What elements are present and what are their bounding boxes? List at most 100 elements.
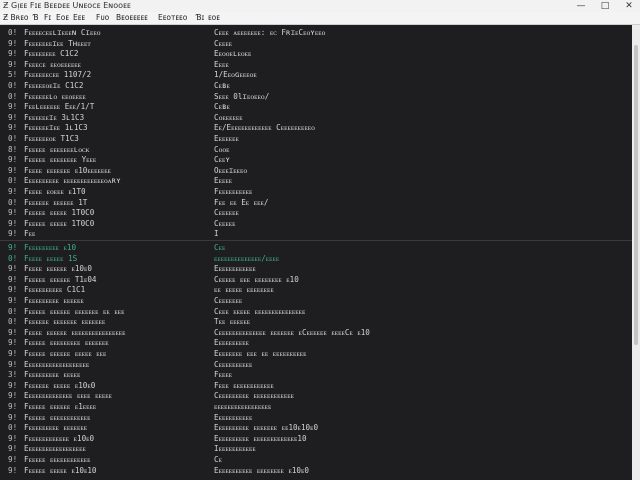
vertical-scrollbar[interactable]: [632, 25, 640, 480]
output-row: 9! Fᴇᴇᴇᴇᴇᴇᴇᴇᴇᴇ C1C1 ᴇᴇ ᴇᴇᴇᴇᴇ ᴇᴇᴇᴇᴇᴇᴇᴇ: [0, 284, 632, 295]
row-number: 9!: [8, 274, 18, 284]
row-value: Cᴇᴇ: [214, 243, 226, 252]
row-value: Iᴇᴇᴇᴇᴇᴇᴇᴇᴇᴇᴇ: [214, 444, 256, 454]
row-key: Fᴇᴇᴇᴇᴇ ᴇᴇᴇᴇᴇᴇᴇᴇ Yᴇᴇᴇ: [24, 155, 97, 165]
row-key: Eᴇᴇᴇᴇᴇᴇᴇᴇᴇᴇᴇᴇᴇᴇᴇᴇᴇ: [24, 444, 86, 454]
row-value: Eᴇᴇᴇᴇᴇᴇᴇᴇᴇᴇ: [214, 412, 253, 422]
menu-item-9[interactable]: ᴇᴏᴇ: [208, 12, 220, 24]
row-value: Cᴏᴏᴇ: [214, 144, 230, 154]
row-value: Eᴇᴇᴇᴇᴇᴇᴇᴇᴇ ᴇᴇᴇᴇᴇᴇᴇᴇᴇᴇᴇᴇᴇ10: [214, 433, 307, 443]
row-key: Fᴇᴇᴇᴇᴇᴇ ᴇᴇᴇᴇᴇ ᴇ10ᴇ0: [24, 380, 96, 390]
row-number: 0!: [8, 81, 18, 90]
row-value: Eᴇᴇᴇᴇᴇᴇᴇ ᴇᴇᴇ ᴇᴇ ᴇᴇᴇᴇᴇᴇᴇᴇᴇᴇ: [214, 349, 307, 358]
output-row: 9! Fᴇᴇᴇᴇᴇ ᴇᴇᴇᴇᴇᴇ ᴇᴇᴇᴇᴇ ᴇᴇᴇ Eᴇᴇᴇᴇᴇᴇᴇ ᴇᴇᴇ ᴇᴇ…: [0, 348, 632, 359]
output-row: 9! Fᴇᴇᴇᴇᴇ ᴇᴇᴇᴇᴇᴇᴇᴇᴇᴇᴇᴇ Eᴇᴇᴇᴇᴇᴇᴇᴇᴇᴇ: [0, 412, 632, 423]
row-key: Fᴇᴇᴇᴇᴇᴇᴇᴇᴇ ᴇ10: [24, 243, 77, 252]
row-key: Fᴇᴇᴇᴇᴇ ᴇᴇᴇᴇᴇᴇ ᴇᴇᴇᴇᴇ ᴇᴇᴇ: [24, 349, 107, 358]
menu-item-0[interactable]: Ƶ Bʀᴇᴏ: [3, 12, 28, 24]
row-number: 8!: [8, 144, 18, 154]
output-row: 9! Fᴇᴇᴇᴇᴇᴇᴇɪᴇᴇ Tʜᴇᴇᴇᴛ Cᴇᴇᴇᴇ: [0, 38, 632, 49]
output-row: 9! Fᴇᴇᴇᴇᴇᴇɪᴇᴇ 1ʟ1C3 Eᴇ/Eᴇᴇᴇᴇᴇᴇᴇᴇᴇᴇᴇᴇ Cᴇᴇᴇᴇ…: [0, 122, 632, 133]
row-key: Fᴇᴇᴇᴇᴇᴇᴇᴇᴇᴇᴇᴇ ᴇ10ᴇ0: [24, 433, 95, 443]
output-row: 0! Fᴇᴇᴇᴇᴇᴇᴏᴇ T1C3 Eᴇᴇᴇᴇᴇᴇ: [0, 133, 632, 144]
row-number: 9!: [8, 229, 18, 239]
row-number: 9!: [8, 123, 18, 133]
row-value: Eᴇᴏᴏᴇʟᴇᴏᴇᴇ: [214, 49, 252, 59]
menu-item-3[interactable]: Eᴏᴇ: [56, 12, 69, 24]
output-row: 9! Fᴇᴇᴇᴇᴇ ᴇᴇᴇᴇᴇ 1T0C0 Cᴇᴇᴇᴇᴇ: [0, 218, 632, 229]
row-number: 9!: [8, 112, 18, 122]
row-number: 0!: [8, 28, 18, 37]
row-number: 9!: [8, 187, 18, 196]
row-number: 9!: [8, 338, 18, 348]
row-value: Fᴇᴇᴇᴇ: [214, 370, 233, 380]
output-row: 9! Fᴇᴇᴇᴇᴇ ᴇᴇᴇᴇᴇ 1T0C0 Cᴇᴇᴇᴇᴇᴇ: [0, 207, 632, 218]
terminal-output[interactable]: 0! Fᴇᴇᴇᴇᴄᴇᴇʟɪᴇᴇᴇɴ Cɪᴇᴇᴏ Cᴇᴇᴇ ᴀᴇᴇᴇᴇᴇᴇᴇ: ᴇᴄ …: [0, 25, 632, 480]
row-value: Cᴇᴇᴇᴇᴇᴇᴇ: [214, 296, 243, 305]
output-row: 0! Fᴇᴇᴇᴇᴇᴏᴇɪᴇ C1C2 Cᴇʙᴇ: [0, 80, 632, 91]
row-key: Fᴇᴇᴇᴇᴇᴇᴇᴇᴇ ᴇᴇᴇᴇᴇᴇ: [24, 296, 84, 305]
row-value: Oᴇᴇᴇɪᴇᴇᴇᴏ: [214, 165, 248, 175]
output-row: 0! Fᴇᴇᴇᴇᴇ ᴇᴇᴇᴇᴇᴇ ᴇᴇᴇᴇᴇᴇᴇ ᴇᴇ ᴇᴇᴇ Cᴇᴇᴇ ᴇᴇᴇᴇᴇ…: [0, 306, 632, 317]
row-key: Fᴇᴇᴇᴇᴇᴇ ᴇᴇᴇᴇᴇᴇ 1T: [24, 197, 88, 207]
row-key: Eᴇᴇᴇᴇᴇᴇᴇᴇᴇ ᴇᴇᴇᴇᴇᴇᴇᴇᴇᴇᴇᴇᴏᴀʀʏ: [24, 176, 121, 186]
output-row: 9! Eᴇᴇᴇᴇᴇᴇᴇᴇᴇᴇᴇᴇᴇᴇᴇᴇᴇᴇ Cᴇᴇᴇᴇᴇᴇᴇᴇᴇᴇ: [0, 359, 632, 370]
output-row: 9! Fᴇᴇᴇᴇᴇᴇɪᴇ 3ʟ1C3 Cᴏᴇᴇᴇᴇᴇᴇ: [0, 112, 632, 123]
output-row: 0! Fᴇᴇᴇᴇᴇᴇ ᴇᴇᴇᴇᴇᴇᴇ ᴇᴇᴇᴇᴇᴇᴇ Tᴇᴇ ᴇᴇᴇᴇᴇᴇ: [0, 316, 632, 327]
row-value: 1/Eᴇᴏɢᴇᴇᴇᴏᴇ: [214, 70, 257, 80]
row-number: 9!: [8, 402, 18, 411]
output-row: 0! Fᴇᴇᴇᴇᴇᴇᴇᴇᴇ ᴇᴇᴇᴇᴇᴇᴇ Eᴇᴇᴇᴇᴇᴇᴇᴇᴇ ᴇᴇᴇᴇᴇᴇᴇ ᴇ…: [0, 422, 632, 433]
output-row: 9! Fᴇᴇᴇᴇ ᴇᴇᴇᴇᴇᴇᴇ ᴇ10ᴇᴇᴇᴇᴇᴇᴇ Oᴇᴇᴇɪᴇᴇᴇᴏ: [0, 165, 632, 176]
row-number: 9!: [8, 155, 18, 165]
row-value: Cᴇᴇʏ: [214, 155, 230, 165]
row-key: Fᴇᴇᴇᴇᴇᴇʟᴏ ᴇᴇᴏᴇᴇᴇᴇ: [24, 91, 86, 101]
row-value: Fᴇᴇᴇᴇᴇᴇᴇᴇᴇᴇ: [214, 187, 253, 196]
output-row: 9! Fᴇᴇᴇᴇᴇᴇᴇᴇᴇ ᴇᴇᴇᴇᴇᴇ Cᴇᴇᴇᴇᴇᴇᴇ: [0, 295, 632, 306]
row-value: Sᴇᴇᴇ 0lɪᴇᴏᴇᴇᴏ/: [214, 91, 270, 101]
minimize-button[interactable]: —: [574, 0, 588, 12]
row-key: Fᴇᴇᴇᴇᴇ ᴇᴇᴇᴇᴇ 1T0C0: [24, 208, 95, 218]
row-key: Fᴇᴇᴇᴇᴇᴇɪᴇ 3ʟ1C3: [24, 112, 85, 122]
row-value: I: [214, 229, 219, 239]
menu-item-2[interactable]: Fɪ: [44, 12, 51, 24]
row-value: Eᴇᴇᴇᴇᴇᴇᴇᴇᴇ ᴇᴇᴇᴇᴇᴇᴇ ᴇᴇ10ᴇ10ᴇ0: [214, 423, 319, 433]
row-number: 9!: [8, 38, 18, 48]
row-value: Cᴇᴇᴇᴇᴇ ᴇᴇᴇ ᴇᴇᴇᴇᴇᴇᴇᴇ ᴇ10: [214, 274, 299, 284]
output-row: 9! Fᴇᴇᴇᴇᴇᴇ ᴇᴇᴇᴇᴇ ᴇ10ᴇ0 Fᴇᴇᴇ ᴇᴇᴇᴇᴇᴇᴇᴇᴇᴇᴇᴇ: [0, 380, 632, 391]
menu-item-7[interactable]: Eᴇᴏᴛᴇᴇᴏ: [158, 12, 187, 24]
scrollbar-thumb[interactable]: [634, 45, 638, 345]
row-number: 9!: [8, 218, 18, 228]
menu-item-4[interactable]: Eᴇᴇ: [73, 12, 85, 24]
output-row: 9! Fᴇᴇᴇᴇᴇ ᴇᴇᴇᴇᴇᴇ ᴇ1ᴇᴇᴇᴇ ᴇᴇᴇᴇᴇᴇᴇᴇᴇᴇᴇᴇᴇᴇᴇᴇᴇ: [0, 401, 632, 412]
row-key: Fᴇᴇᴇᴇᴇ ᴇᴇᴇᴇᴇ 1T0C0: [24, 218, 95, 228]
row-key: Eᴇᴇᴇᴇᴇᴇᴇᴇᴇᴇᴇᴇᴇᴇᴇᴇᴇᴇ: [24, 359, 90, 369]
row-value: Cᴇᴇᴇᴇᴇᴇ: [214, 208, 239, 218]
menu-item-8[interactable]: Ɓɪ: [196, 12, 204, 24]
row-key: Fᴇᴇᴇᴇᴇ ᴇᴇᴇᴇᴇᴇ T1ᴇ04: [24, 274, 97, 284]
row-value: Eᴇᴇᴇ: [214, 59, 229, 69]
row-value: ᴇᴇᴇᴇᴇᴇᴇᴇᴇᴇᴇᴇᴇᴇᴇᴇᴇ: [214, 402, 272, 411]
row-number: 9!: [8, 349, 18, 358]
row-value: ᴇᴇ ᴇᴇᴇᴇᴇ ᴇᴇᴇᴇᴇᴇᴇᴇ: [214, 285, 274, 295]
row-number: 0!: [8, 253, 18, 263]
row-number: 9!: [8, 165, 18, 175]
maximize-button[interactable]: □: [598, 0, 612, 12]
row-key: Fᴇᴇᴇᴇᴇᴇᴄᴇᴇ 1107/2: [24, 70, 92, 80]
row-key: Fᴇᴇᴇᴇ ᴇᴇᴇᴇᴇᴇ ᴇᴇᴇᴇᴇᴇᴇᴇᴇᴇᴇᴇᴇᴇᴇᴇ: [24, 327, 126, 337]
menu-item-5[interactable]: Fᴜᴏ: [96, 12, 109, 24]
output-row: 0! Fᴇᴇᴇᴇᴇᴇ ᴇᴇᴇᴇᴇᴇ 1T Fᴇᴇ ᴇᴇ Eᴇ ᴇᴇᴇ/: [0, 197, 632, 208]
row-number: 5!: [8, 70, 18, 80]
row-number: 9!: [8, 296, 18, 305]
menu-item-1[interactable]: Ɓ: [33, 12, 39, 24]
row-key: Fᴇᴇᴇᴇᴇ ᴇᴇᴇᴇᴇᴇᴇᴇᴇ ᴇᴇᴇᴇᴇᴇᴇ: [24, 338, 109, 348]
menu-item-6[interactable]: Bᴇᴏᴇᴇᴇᴇᴇ: [116, 12, 148, 24]
row-key: Fᴇᴇᴇᴇᴇ ᴇᴇᴇᴇᴇᴇᴇʟᴏᴄᴋ: [24, 144, 90, 154]
close-button[interactable]: ✕: [622, 0, 636, 12]
output-row: 9! Fᴇᴇᴇᴇ ᴇᴇᴇᴇᴇᴇ ᴇ10ᴇ0 Eᴇᴇᴇᴇᴇᴇᴇᴇᴇᴇᴇ: [0, 263, 632, 274]
row-key: Fᴇᴇᴇᴇᴇ ᴇᴇᴇᴇᴇᴇ ᴇᴇᴇᴇᴇᴇᴇ ᴇᴇ ᴇᴇᴇ: [24, 306, 125, 316]
title-bar: Ƶ Gᴉᴇᴇ Fɪᴇ Bᴇᴇᴅᴇᴇ Uɴᴇᴏᴄᴇ Eɴᴏᴏᴇᴇ — □ ✕: [0, 0, 640, 12]
row-value: Cᴇᴇᴇᴇᴇᴇᴇᴇᴇᴇ: [214, 359, 253, 369]
row-key: Fᴇᴇᴇᴇᴇᴇᴇᴇᴇ ᴇᴇᴇᴇᴇᴇᴇ: [24, 423, 88, 433]
output-row: 9! Fᴇᴇᴇᴇᴇᴇᴇᴇᴇᴇᴇᴇ ᴇ10ᴇ0 Eᴇᴇᴇᴇᴇᴇᴇᴇᴇ ᴇᴇᴇᴇᴇᴇᴇᴇ…: [0, 433, 632, 444]
row-value: Cᴇʙᴇ: [214, 102, 230, 112]
